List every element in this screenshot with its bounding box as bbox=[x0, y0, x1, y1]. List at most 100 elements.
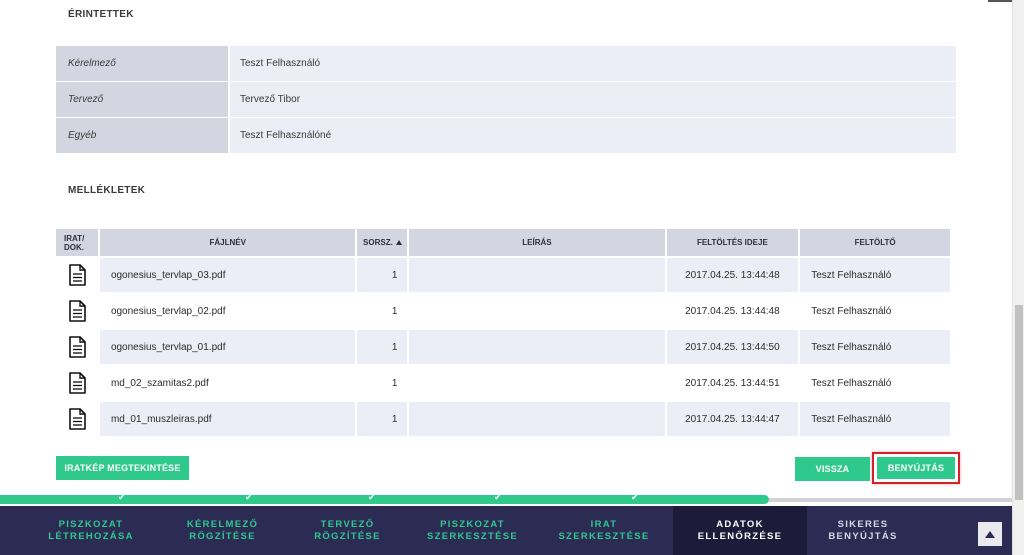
sort-ascending-icon bbox=[395, 240, 402, 245]
file-uploader: Teszt Felhasználó bbox=[800, 294, 950, 328]
file-description bbox=[409, 258, 665, 292]
check-icon: ✔ bbox=[631, 493, 639, 503]
file-uploader: Teszt Felhasználó bbox=[800, 402, 950, 436]
document-icon[interactable] bbox=[68, 336, 86, 358]
column-header-filename[interactable]: FÁJLNÉV bbox=[99, 229, 356, 256]
step-data-review[interactable]: ADATOK ELLENŐRZÉSE bbox=[673, 506, 807, 555]
file-name[interactable]: ogonesius_tervlap_01.pdf bbox=[99, 330, 356, 364]
file-sorsz: 1 bbox=[357, 366, 408, 400]
file-upload-date: 2017.04.25. 13:44:48 bbox=[666, 294, 799, 328]
scroll-to-top-button[interactable] bbox=[978, 522, 1002, 546]
parties-table: Kérelmező Teszt Felhasználó Tervező Terv… bbox=[56, 46, 956, 154]
file-description bbox=[409, 294, 665, 328]
scrollbar-thumb[interactable] bbox=[1015, 305, 1023, 500]
file-description bbox=[409, 402, 665, 436]
page-scrollbar[interactable] bbox=[1012, 0, 1024, 555]
file-sorsz: 1 bbox=[357, 294, 408, 328]
step-label-line1: SIKERES bbox=[837, 518, 889, 530]
step-label-line1: KÉRELMEZŐ bbox=[186, 518, 259, 530]
document-icon[interactable] bbox=[68, 408, 86, 430]
column-header-doc-type-line1: IRAT/ bbox=[64, 233, 85, 243]
submit-button[interactable]: BENYÚJTÁS bbox=[877, 457, 955, 479]
party-value: Teszt Felhasználó bbox=[230, 46, 956, 81]
step-draft-edit[interactable]: PISZKOZAT SZERKESZTÉSE bbox=[410, 506, 535, 555]
party-row: Tervező Tervező Tibor bbox=[56, 82, 956, 117]
submit-button-highlight: BENYÚJTÁS bbox=[872, 452, 960, 484]
party-row: Kérelmező Teszt Felhasználó bbox=[56, 46, 956, 81]
step-label-line2: RÖGZÍTÉSE bbox=[189, 530, 256, 542]
step-label-line1: ADATOK bbox=[716, 518, 764, 530]
table-header-row: IRAT/DOK. FÁJLNÉV SORSZ. LEÍRÁS FELTÖLTÉ… bbox=[56, 229, 950, 256]
column-header-sorsz-label: SORSZ. bbox=[363, 238, 393, 247]
column-header-doc-type-line2: DOK. bbox=[64, 242, 84, 252]
step-label-line2: ELLENŐRZÉSE bbox=[697, 530, 783, 542]
view-document-button[interactable]: IRATKÉP MEGTEKINTÉSE bbox=[56, 456, 189, 480]
file-upload-date: 2017.04.25. 13:44:47 bbox=[666, 402, 799, 436]
back-button[interactable]: VISSZA bbox=[795, 457, 870, 481]
column-header-uploader[interactable]: FELTÖLTŐ bbox=[800, 229, 950, 256]
attachments-table: IRAT/DOK. FÁJLNÉV SORSZ. LEÍRÁS FELTÖLTÉ… bbox=[54, 227, 952, 438]
party-row: Egyéb Teszt Felhasználóné bbox=[56, 118, 956, 153]
file-name[interactable]: ogonesius_tervlap_02.pdf bbox=[99, 294, 356, 328]
file-sorsz: 1 bbox=[357, 258, 408, 292]
file-description bbox=[409, 330, 665, 364]
top-edge-line bbox=[988, 0, 1012, 2]
step-document-edit[interactable]: IRAT SZERKESZTÉSE bbox=[535, 506, 673, 555]
check-icon: ✔ bbox=[494, 493, 502, 503]
arrow-up-icon bbox=[985, 530, 995, 538]
file-name[interactable]: md_02_szamitas2.pdf bbox=[99, 366, 356, 400]
check-icon: ✔ bbox=[118, 493, 126, 503]
parties-section-title: ÉRINTETTEK bbox=[68, 9, 134, 20]
column-header-sorsz[interactable]: SORSZ. bbox=[357, 229, 408, 256]
doc-icon-cell[interactable] bbox=[56, 366, 98, 400]
page: ÉRINTETTEK Kérelmező Teszt Felhasználó T… bbox=[0, 0, 1024, 555]
progress-remaining bbox=[769, 498, 1012, 502]
check-icon: ✔ bbox=[368, 493, 376, 503]
progress-fill: ✔ ✔ ✔ ✔ ✔ bbox=[0, 493, 769, 504]
file-upload-date: 2017.04.25. 13:44:51 bbox=[666, 366, 799, 400]
progress-bar: ✔ ✔ ✔ ✔ ✔ bbox=[0, 493, 1012, 504]
step-label-line1: PISZKOZAT bbox=[440, 518, 505, 530]
step-label-line1: TERVEZŐ bbox=[320, 518, 375, 530]
step-draft-create[interactable]: PISZKOZAT LÉTREHOZÁSA bbox=[22, 506, 160, 555]
file-name[interactable]: md_01_muszleiras.pdf bbox=[99, 402, 356, 436]
step-label-line2: SZERKESZTÉSE bbox=[558, 530, 650, 542]
file-name[interactable]: ogonesius_tervlap_03.pdf bbox=[99, 258, 356, 292]
column-header-description[interactable]: LEÍRÁS bbox=[409, 229, 665, 256]
document-icon[interactable] bbox=[68, 372, 86, 394]
step-applicant[interactable]: KÉRELMEZŐ RÖGZÍTÉSE bbox=[160, 506, 285, 555]
doc-icon-cell[interactable] bbox=[56, 330, 98, 364]
check-icon: ✔ bbox=[245, 493, 253, 503]
party-label: Kérelmező bbox=[56, 46, 228, 81]
table-row[interactable]: md_02_szamitas2.pdf 1 2017.04.25. 13:44:… bbox=[56, 366, 950, 400]
attachments-section-title: MELLÉKLETEK bbox=[68, 185, 146, 196]
file-uploader: Teszt Felhasználó bbox=[800, 258, 950, 292]
step-label-line1: IRAT bbox=[590, 518, 618, 530]
doc-icon-cell[interactable] bbox=[56, 402, 98, 436]
party-label: Egyéb bbox=[56, 118, 228, 153]
file-sorsz: 1 bbox=[357, 402, 408, 436]
table-row[interactable]: md_01_muszleiras.pdf 1 2017.04.25. 13:44… bbox=[56, 402, 950, 436]
step-label-line2: BENYÚJTÁS bbox=[828, 530, 898, 542]
step-designer[interactable]: TERVEZŐ RÖGZÍTÉSE bbox=[285, 506, 410, 555]
column-header-upload-date[interactable]: FELTÖLTÉS IDEJE bbox=[666, 229, 799, 256]
table-row[interactable]: ogonesius_tervlap_03.pdf 1 2017.04.25. 1… bbox=[56, 258, 950, 292]
column-header-doc-type: IRAT/DOK. bbox=[56, 229, 98, 256]
party-value: Tervező Tibor bbox=[230, 82, 956, 117]
steps-nav: PISZKOZAT LÉTREHOZÁSA KÉRELMEZŐ RÖGZÍTÉSE … bbox=[0, 506, 1012, 555]
table-row[interactable]: ogonesius_tervlap_02.pdf 1 2017.04.25. 1… bbox=[56, 294, 950, 328]
table-row[interactable]: ogonesius_tervlap_01.pdf 1 2017.04.25. 1… bbox=[56, 330, 950, 364]
doc-icon-cell[interactable] bbox=[56, 294, 98, 328]
party-value: Teszt Felhasználóné bbox=[230, 118, 956, 153]
step-label-line1: PISZKOZAT bbox=[58, 518, 124, 530]
doc-icon-cell[interactable] bbox=[56, 258, 98, 292]
document-icon[interactable] bbox=[68, 264, 86, 286]
step-label-line2: LÉTREHOZÁSA bbox=[48, 530, 134, 542]
document-icon[interactable] bbox=[68, 300, 86, 322]
file-sorsz: 1 bbox=[357, 330, 408, 364]
file-uploader: Teszt Felhasználó bbox=[800, 330, 950, 364]
file-uploader: Teszt Felhasználó bbox=[800, 366, 950, 400]
step-label-line2: RÖGZÍTÉSE bbox=[314, 530, 381, 542]
step-submitted[interactable]: SIKERES BENYÚJTÁS bbox=[807, 506, 919, 555]
party-label: Tervező bbox=[56, 82, 228, 117]
